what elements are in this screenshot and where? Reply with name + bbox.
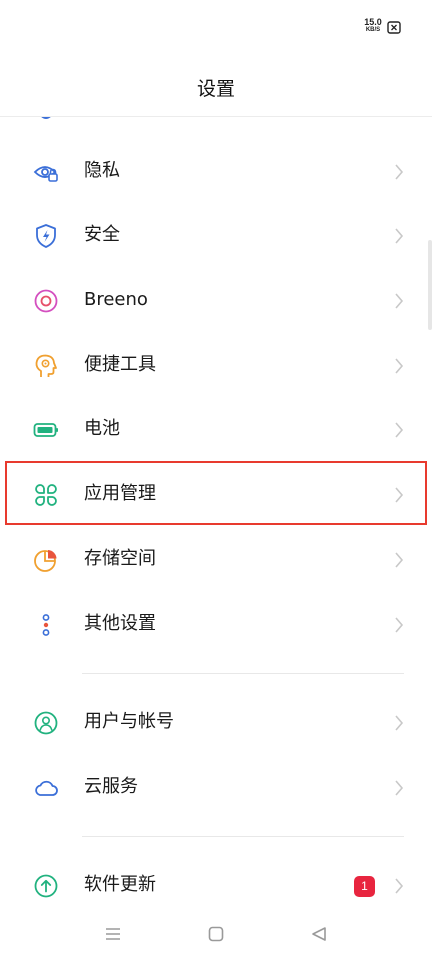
- settings-item-label: 云服务: [84, 776, 138, 797]
- privacy-eye-icon: [33, 166, 58, 182]
- menu-icon[interactable]: [103, 925, 123, 943]
- status-bar: 15.0 KB/S: [0, 0, 432, 50]
- update-count-badge: 1: [354, 876, 375, 897]
- settings-item-breeno[interactable]: Breeno: [0, 268, 432, 332]
- chevron-right-icon: [395, 164, 404, 180]
- settings-item-other-settings[interactable]: 其他设置: [0, 592, 432, 656]
- settings-item-label: 隐私: [84, 160, 120, 181]
- group-divider: [82, 673, 404, 674]
- network-speed-unit: KB/S: [365, 27, 381, 33]
- chevron-right-icon: [395, 358, 404, 374]
- cloud-icon: [35, 780, 58, 796]
- settings-item-label: 便捷工具: [84, 354, 156, 375]
- breeno-icon: [34, 289, 58, 313]
- chevron-right-icon: [395, 617, 404, 633]
- network-speed: 15.0 KB/S: [362, 18, 384, 34]
- settings-item-label: 其他设置: [84, 613, 156, 634]
- chevron-right-icon: [395, 293, 404, 309]
- chevron-right-icon: [395, 422, 404, 438]
- settings-item-label: 用户与帐号: [84, 711, 174, 732]
- other-settings-icon: [42, 614, 50, 636]
- settings-item-cloud-service[interactable]: 云服务: [0, 755, 432, 819]
- no-sim-icon: [387, 21, 401, 34]
- chevron-right-icon: [395, 228, 404, 244]
- settings-item-storage[interactable]: 存储空间: [0, 527, 432, 591]
- settings-item-user-account[interactable]: 用户与帐号: [0, 690, 432, 754]
- network-speed-value: 15.0: [364, 17, 382, 27]
- chevron-right-icon: [395, 715, 404, 731]
- partial-item-icon: [41, 117, 51, 119]
- security-shield-icon: [36, 224, 56, 248]
- settings-item-privacy[interactable]: 隐私: [0, 139, 432, 203]
- group-divider: [82, 836, 404, 837]
- page-title: 设置: [196, 78, 235, 100]
- settings-item-label: 电池: [84, 418, 120, 439]
- chevron-right-icon: [395, 552, 404, 568]
- update-arrow-icon: [34, 874, 58, 898]
- settings-item-label: 安全: [84, 224, 120, 245]
- storage-pie-icon: [34, 550, 57, 572]
- convenience-tools-icon: [35, 354, 57, 377]
- navigation-bar: [0, 920, 432, 960]
- settings-item-convenience-tools[interactable]: 便捷工具: [0, 333, 432, 397]
- back-icon[interactable]: [309, 925, 329, 943]
- user-account-icon: [34, 711, 58, 735]
- settings-item-label: 软件更新: [84, 874, 156, 895]
- settings-item-software-update[interactable]: 软件更新 1: [0, 853, 432, 917]
- settings-item-label: 存储空间: [84, 548, 156, 569]
- settings-item-security[interactable]: 安全: [0, 203, 432, 267]
- chevron-right-icon: [395, 780, 404, 796]
- chevron-right-icon: [395, 878, 404, 894]
- settings-item-label: Breeno: [84, 289, 148, 310]
- scrollbar-thumb[interactable]: [428, 240, 432, 330]
- settings-item-battery[interactable]: 电池: [0, 397, 432, 461]
- page-header: 设置: [0, 50, 432, 117]
- battery-icon: [33, 423, 58, 437]
- home-icon[interactable]: [206, 925, 226, 943]
- highlight-box: [5, 461, 427, 525]
